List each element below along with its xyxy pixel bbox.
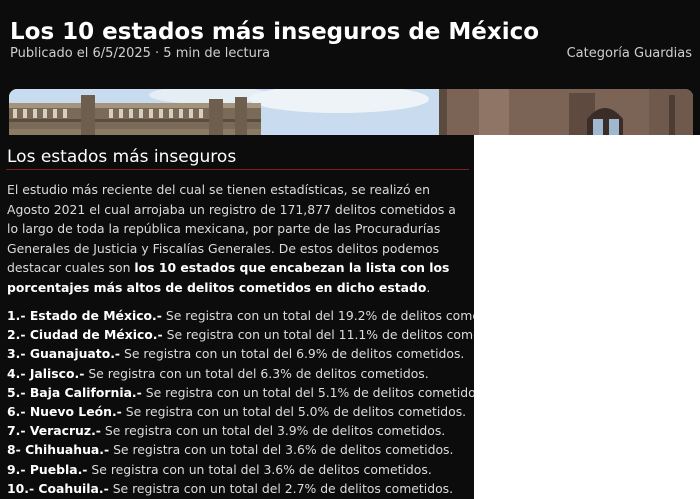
list-item: 4.- Jalisco.- Se registra con un total d… xyxy=(7,364,469,383)
state-name: 9.- Puebla.- xyxy=(7,461,88,477)
hero-image xyxy=(9,89,693,135)
state-name: 7.- Veracruz.- xyxy=(7,423,101,439)
list-item: 1.- Estado de México.- Se registra con u… xyxy=(7,306,474,325)
state-text: Se registra con un total del 11.1% de de… xyxy=(166,327,474,343)
article-title: Los 10 estados más inseguros de México xyxy=(10,19,540,46)
states-list: 1.- Estado de México.- Se registra con u… xyxy=(7,306,474,498)
state-name: 3.- Guanajuato.- xyxy=(7,346,121,362)
category-link[interactable]: Categoría Guardias xyxy=(567,46,692,61)
state-text: Se registra con un total del 6.9% de del… xyxy=(120,346,465,362)
list-item: 9.- Puebla.- Se registra con un total de… xyxy=(7,460,469,479)
state-name: 2.- Ciudad de México.- xyxy=(7,327,163,343)
state-name: 6.- Nuevo León.- xyxy=(7,404,122,420)
state-text: Se registra con un total del 3.6% de del… xyxy=(87,461,432,477)
list-item: 3.- Guanajuato.- Se registra con un tota… xyxy=(7,344,469,363)
list-item: 8- Chihuahua.- Se registra con un total … xyxy=(7,440,469,459)
side-panel xyxy=(474,135,700,499)
intro-end: . xyxy=(426,279,431,295)
state-name: 8- Chihuahua.- xyxy=(7,442,110,458)
list-item: 5.- Baja California.- Se registra con un… xyxy=(7,383,474,402)
section-heading: Los estados más inseguros xyxy=(7,147,237,167)
state-text: Se registra con un total del 19.2% de de… xyxy=(165,308,474,323)
list-item: 7.- Veracruz.- Se registra con un total … xyxy=(7,421,469,440)
state-name: 4.- Jalisco.- xyxy=(7,365,85,381)
state-text: Se registra con un total del 3.9% de del… xyxy=(100,423,446,439)
list-item: 6.- Nuevo León.- Se registra con un tota… xyxy=(7,402,469,421)
state-text: Se registra con un total del 5.1% de del… xyxy=(141,384,474,400)
list-item: 10.- Coahuila.- Se registra con un total… xyxy=(7,479,469,498)
state-name: 1.- Estado de México.- xyxy=(7,308,162,323)
state-name: 10.- Coahuila.- xyxy=(7,480,109,496)
state-text: Se registra con un total del 5.0% de del… xyxy=(121,404,467,420)
publish-info: Publicado el 6/5/2025 · 5 min de lectura xyxy=(10,46,271,61)
list-item: 2.- Ciudad de México.- Se registra con u… xyxy=(7,325,474,344)
article-body: Los estados más inseguros El estudio más… xyxy=(0,135,474,499)
heading-divider xyxy=(6,169,469,170)
state-text: Se registra con un total del 6.3% de del… xyxy=(84,365,429,381)
state-text: Se registra con un total del 2.7% de del… xyxy=(108,480,454,496)
building-photo-icon xyxy=(9,89,693,135)
intro-paragraph: El estudio más reciente del cual se tien… xyxy=(7,180,469,297)
state-name: 5.- Baja California.- xyxy=(7,384,142,400)
state-text: Se registra con un total del 3.6% de del… xyxy=(109,442,454,458)
